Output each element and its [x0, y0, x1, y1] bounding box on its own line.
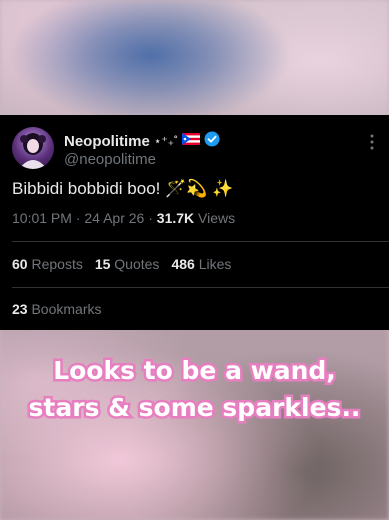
- handle[interactable]: @neopolitime: [64, 151, 156, 168]
- likes-label: Likes: [198, 256, 232, 272]
- tweet-card[interactable]: Neopolitime ⋆⁺₊˚ @neopolitime Bibbidi bo…: [0, 115, 389, 330]
- views-label: Views: [198, 210, 236, 226]
- reposts-count: 60: [12, 256, 28, 272]
- bookmarks-stat[interactable]: 23 Bookmarks: [12, 301, 102, 317]
- display-name[interactable]: Neopolitime: [64, 133, 150, 150]
- divider: [12, 287, 389, 288]
- tweet-metadata: 10:01 PM · 24 Apr 26 · 31.7K Views: [12, 210, 235, 226]
- bookmarks-count: 23: [12, 301, 28, 317]
- name-decoration: ⋆⁺₊˚: [153, 134, 179, 148]
- quotes-label: Quotes: [114, 256, 160, 272]
- more-options-icon[interactable]: [369, 133, 375, 151]
- tweet-date[interactable]: 24 Apr 26: [84, 210, 144, 226]
- quotes-stat[interactable]: 15 Quotes: [95, 256, 160, 272]
- quotes-count: 15: [94, 256, 111, 272]
- overlay-caption: Looks to be a wand, stars & some sparkle…: [0, 352, 389, 426]
- engagement-stats: 60 Reposts 15 Quotes 486 Likes: [12, 256, 231, 272]
- divider: [12, 241, 389, 242]
- bookmarks-label: Bookmarks: [31, 301, 102, 317]
- avatar[interactable]: [12, 127, 54, 169]
- tweet-time[interactable]: 10:01 PM: [12, 210, 72, 226]
- puerto-rico-flag-icon: [182, 132, 201, 150]
- reposts-stat[interactable]: 60 Reposts: [12, 256, 83, 272]
- views-count: 31.7K: [156, 210, 195, 226]
- meta-separator: ·: [148, 210, 157, 226]
- tweet-emojis: 🪄💫 ✨: [165, 179, 234, 198]
- likes-count: 486: [171, 256, 195, 272]
- verified-badge-icon: [204, 131, 220, 152]
- reposts-label: Reposts: [31, 256, 83, 272]
- tweet-text: Bibbidi bobbidi boo! 🪄💫 ✨: [12, 179, 233, 199]
- caption-line-1: Looks to be a wand,: [51, 354, 339, 388]
- tweet-text-body: Bibbidi bobbidi boo!: [12, 179, 161, 198]
- caption-line-2: stars & some sparkles..: [26, 391, 363, 425]
- author-name-row: Neopolitime ⋆⁺₊˚: [64, 131, 220, 151]
- likes-stat[interactable]: 486 Likes: [171, 256, 231, 272]
